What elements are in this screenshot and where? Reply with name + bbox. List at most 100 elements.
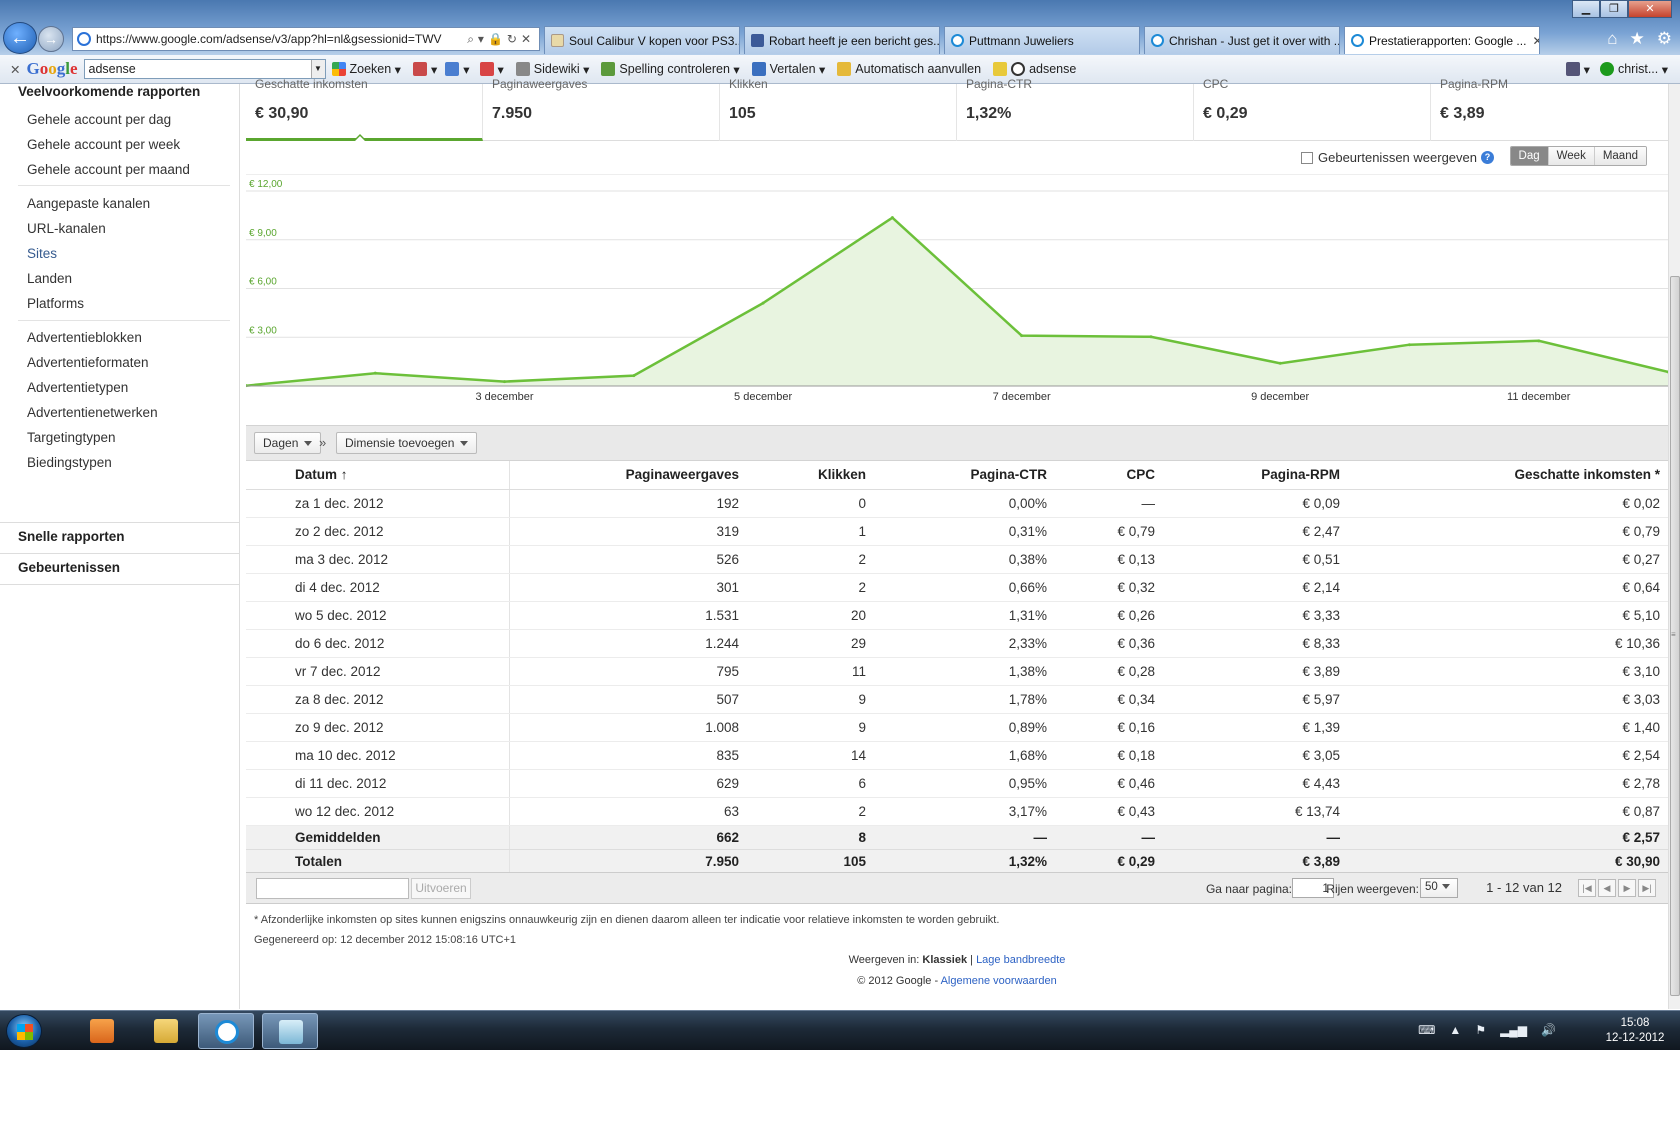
kpi-geschatte-inkomsten[interactable]: Geschatte inkomsten € 30,90 — [246, 77, 483, 141]
col-pagina-rpm[interactable]: Pagina-RPM — [1163, 461, 1348, 490]
range-maand-button[interactable]: Maand — [1593, 147, 1646, 165]
tab-prestatierapporten[interactable]: Prestatierapporten: Google ... ✕ — [1344, 26, 1540, 54]
toolbar-settings[interactable]: ▾ christ... ▾ — [1565, 62, 1668, 77]
spelling-button[interactable]: Spelling controleren ▾ — [601, 62, 740, 77]
chevron-down-icon[interactable]: ▼ — [310, 60, 325, 78]
events-toggle[interactable]: Gebeurtenissen weergeven ? — [1301, 150, 1494, 165]
sidebar-item-platforms[interactable]: Platforms — [27, 296, 84, 311]
task-media-player[interactable] — [74, 1013, 130, 1049]
action-center-flag-icon[interactable]: ⚑ — [1475, 1023, 1486, 1037]
help-icon[interactable]: ? — [1481, 151, 1494, 164]
settings-gear-icon[interactable]: ⚙ — [1657, 29, 1672, 49]
close-toolbar-icon[interactable]: ✕ — [10, 62, 20, 77]
sidebar-section-quick[interactable]: Snelle rapporten — [0, 529, 125, 544]
table-cell: 105 — [747, 849, 874, 874]
pager-bar: Uitvoeren Ga naar pagina: 1 Rijen weerge… — [246, 872, 1668, 904]
sidebar-item-advertentieformaten[interactable]: Advertentieformaten — [27, 355, 149, 370]
col-datum[interactable]: Datum ↑ — [246, 461, 510, 490]
data-point — [1537, 339, 1541, 343]
filter-input[interactable] — [256, 878, 409, 899]
run-button[interactable]: Uitvoeren — [411, 878, 471, 899]
tab-soul-calibur[interactable]: Soul Calibur V kopen voor PS3.... — [544, 26, 740, 54]
range-week-button[interactable]: Week — [1547, 147, 1594, 165]
tab-chrishan[interactable]: Chrishan - Just get it over with ... — [1144, 26, 1340, 54]
kpi-klikken[interactable]: Klikken 105 — [720, 77, 957, 141]
close-tab-icon[interactable]: ✕ — [1526, 34, 1539, 48]
task-internet-explorer[interactable] — [198, 1013, 254, 1049]
sidebar-item-landen[interactable]: Landen — [27, 271, 72, 286]
adsense-highlight-button[interactable]: adsense — [993, 62, 1076, 76]
last-page-icon[interactable]: ▶| — [1638, 879, 1656, 897]
data-point — [1278, 361, 1282, 365]
clock[interactable]: 15:08 12-12-2012 — [1600, 1016, 1670, 1046]
sidebar-item-account-per-maand[interactable]: Gehele account per maand — [27, 162, 190, 177]
user-label[interactable]: christ... — [1618, 62, 1658, 76]
first-page-icon[interactable]: |◀ — [1578, 879, 1596, 897]
table-row: wo 12 dec. 2012 63 2 3,17% € 0,43 € 13,74 € 0,… — [246, 797, 1668, 826]
sidebar-item-account-per-dag[interactable]: Gehele account per dag — [27, 112, 171, 127]
address-bar[interactable]: https://www.google.com/adsense/v3/app?hl… — [72, 27, 540, 51]
sidebar-item-url-kanalen[interactable]: URL-kanalen — [27, 221, 106, 236]
keyboard-icon[interactable]: ⌨ — [1418, 1023, 1435, 1037]
col-paginaweergaves[interactable]: Paginaweergaves — [509, 461, 747, 490]
volume-icon[interactable]: 🔊 — [1541, 1023, 1556, 1037]
add-dimension-dropdown[interactable]: Dimensie toevoegen — [336, 432, 478, 454]
table-cell: 1.531 — [509, 601, 747, 630]
sidebar-section-common[interactable]: Veelvoorkomende rapporten — [0, 84, 200, 99]
prev-page-icon[interactable]: ◀ — [1598, 879, 1616, 897]
kpi-pagina-ctr[interactable]: Pagina-CTR 1,32% — [957, 77, 1194, 141]
favorites-star-icon[interactable]: ★ — [1630, 29, 1645, 49]
range-dag-button[interactable]: Dag — [1510, 147, 1548, 165]
range-toggle: Dag Week Maand — [1509, 146, 1647, 166]
close-window-icon[interactable]: ✕ — [1628, 0, 1672, 18]
sidebar-item-advertentietypen[interactable]: Advertentietypen — [27, 380, 128, 395]
sidewiki-button[interactable]: Sidewiki ▾ — [515, 62, 589, 77]
col-geschatte-inkomsten[interactable]: Geschatte inkomsten * — [1348, 461, 1668, 490]
facebook-icon — [751, 34, 764, 47]
table-cell: 63 — [509, 797, 747, 826]
sidebar-item-biedingstypen[interactable]: Biedingstypen — [27, 455, 112, 470]
address-tools-icon[interactable]: ⌕▾🔒↻✕ — [463, 32, 539, 47]
maximize-icon[interactable]: ❐ — [1600, 0, 1628, 18]
next-page-icon[interactable]: ▶ — [1618, 879, 1636, 897]
sidebar-item-advertentienetwerken[interactable]: Advertentienetwerken — [27, 405, 158, 420]
sidebar-item-account-per-week[interactable]: Gehele account per week — [27, 137, 180, 152]
sidebar-item-targetingtypen[interactable]: Targetingtypen — [27, 430, 116, 445]
network-icon[interactable]: ▂▄▆ — [1500, 1023, 1527, 1037]
task-app[interactable] — [262, 1013, 318, 1049]
sidebar-section-events[interactable]: Gebeurtenissen — [0, 560, 120, 575]
scrollbar[interactable]: ≡ — [1668, 84, 1680, 1009]
toolbar-tools[interactable]: ▾ ▾ ▾ — [412, 62, 504, 77]
vertalen-button[interactable]: Vertalen ▾ — [751, 62, 825, 77]
events-checkbox[interactable] — [1301, 151, 1313, 164]
dagen-dropdown[interactable]: Dagen — [254, 432, 322, 454]
col-pagina-ctr[interactable]: Pagina-CTR — [874, 461, 1055, 490]
autofill-button[interactable]: Automatisch aanvullen — [837, 62, 981, 76]
show-hidden-icons-icon[interactable]: ▲ — [1449, 1023, 1461, 1037]
rows-per-page-select[interactable]: 50 — [1420, 878, 1458, 898]
terms-link[interactable]: Algemene voorwaarden — [941, 975, 1057, 987]
minimize-icon[interactable]: ▁ — [1572, 0, 1600, 18]
sidebar-item-aangepaste-kanalen[interactable]: Aangepaste kanalen — [27, 196, 150, 211]
col-klikken[interactable]: Klikken — [747, 461, 874, 490]
kpi-pagina-rpm[interactable]: Pagina-RPM € 3,89 — [1431, 77, 1668, 141]
start-button[interactable] — [6, 1014, 42, 1048]
back-arrow-icon[interactable]: ← — [3, 22, 37, 54]
kpi-cpc[interactable]: CPC € 0,29 — [1194, 77, 1431, 141]
low-bandwidth-link[interactable]: Lage bandbreedte — [976, 954, 1065, 966]
forward-arrow-icon[interactable]: → — [38, 26, 64, 52]
col-cpc[interactable]: CPC — [1055, 461, 1163, 490]
table-cell: 1.244 — [509, 629, 747, 658]
url-text[interactable]: https://www.google.com/adsense/v3/app?hl… — [96, 32, 463, 46]
zoeken-button[interactable]: Zoeken ▾ — [331, 62, 401, 77]
tab-facebook[interactable]: Robart heeft je een bericht ges... — [744, 26, 940, 54]
copyright-text: © 2012 Google - — [857, 975, 939, 987]
home-icon[interactable]: ⌂ — [1607, 29, 1617, 49]
sidebar-item-advertentieblokken[interactable]: Advertentieblokken — [27, 330, 142, 345]
sidebar-item-sites[interactable]: Sites — [27, 246, 57, 261]
task-explorer[interactable] — [138, 1013, 194, 1049]
windows-logo-icon — [17, 1024, 33, 1040]
toolbar-search-input[interactable]: adsense ▼ — [83, 59, 326, 79]
kpi-paginaweergaves[interactable]: Paginaweergaves 7.950 — [483, 77, 720, 141]
tab-puttmann[interactable]: Puttmann Juweliers — [944, 26, 1140, 54]
